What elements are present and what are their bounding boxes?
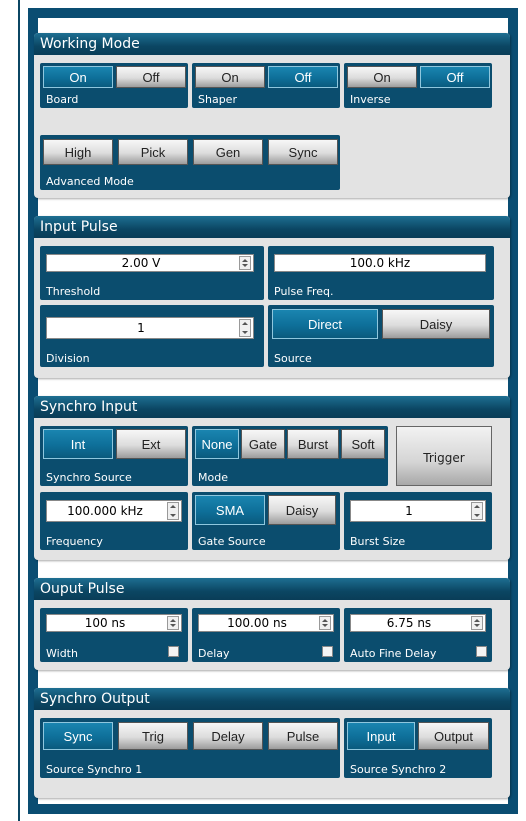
sync-button[interactable]: Sync [43,722,113,750]
group-label: Burst Size [350,535,406,548]
synchro-ext-button[interactable]: Ext [116,429,186,459]
group-label: Pulse Freq. [274,285,334,298]
group-label: Source Synchro 2 [350,763,447,776]
input-button[interactable]: Input [347,722,415,750]
group-label: Advanced Mode [46,175,134,188]
synchro-output-panel: Synchro Output Sync Trig Delay Pulse Sou… [34,688,510,798]
gate-daisy-button[interactable]: Daisy [268,495,336,525]
burst-size-group: 1 Burst Size [344,492,492,550]
shaper-off-button[interactable]: Off [268,66,338,88]
source-synchro-2-group: Input Output Source Synchro 2 [344,718,492,778]
width-checkbox[interactable] [168,646,179,657]
group-label: Width [46,647,78,660]
division-input[interactable]: 1 [46,317,254,339]
frequency-group: 100.000 kHz Frequency [40,492,188,550]
advanced-pick-button[interactable]: Pick [118,139,188,165]
inverse-off-button[interactable]: Off [420,66,490,88]
group-label: Mode [198,471,228,484]
width-input[interactable]: 100 ns [46,614,182,632]
group-label: Shaper [198,93,237,106]
pulse-freq-field: 100.0 kHz [274,254,486,272]
group-label: Inverse [350,93,391,106]
delay-button[interactable]: Delay [193,722,263,750]
output-button[interactable]: Output [418,722,489,750]
frequency-input[interactable]: 100.000 kHz [46,500,182,522]
board-group: On Off Board [40,63,188,108]
synchro-source-group: Int Ext Synchro Source [40,426,188,486]
panel-title: Working Mode [34,33,510,55]
mode-none-button[interactable]: None [195,429,239,459]
mode-group: None Gate Burst Soft Mode [192,426,388,486]
spinner-icon[interactable] [471,502,483,520]
advanced-gen-button[interactable]: Gen [193,139,263,165]
division-group: 1 Division [40,305,264,367]
trig-button[interactable]: Trig [118,722,188,750]
spinner-icon[interactable] [239,319,251,337]
panel-title: Ouput Pulse [34,578,510,600]
source-daisy-button[interactable]: Daisy [382,309,490,339]
inverse-group: On Off Inverse [344,63,492,108]
source-synchro-1-group: Sync Trig Delay Pulse Source Synchro 1 [40,718,340,778]
panel-title: Synchro Output [34,688,510,710]
synchro-int-button[interactable]: Int [43,429,113,459]
output-pulse-panel: Ouput Pulse 100 ns Width 100.00 ns Delay… [34,578,510,670]
input-pulse-panel: Input Pulse 2.00 V Threshold 100.0 kHz P… [34,216,510,378]
spinner-icon[interactable] [239,256,251,270]
width-group: 100 ns Width [40,608,188,662]
delay-group: 100.00 ns Delay [192,608,340,662]
advanced-high-button[interactable]: High [43,139,113,165]
board-on-button[interactable]: On [43,66,113,88]
auto-fine-delay-checkbox[interactable] [476,646,487,657]
group-label: Frequency [46,535,103,548]
pulse-freq-group: 100.0 kHz Pulse Freq. [268,246,494,300]
mode-burst-button[interactable]: Burst [287,429,339,459]
group-label: Auto Fine Delay [350,647,437,660]
source-direct-button[interactable]: Direct [272,309,378,339]
gate-source-group: SMA Daisy Gate Source [192,492,340,550]
spinner-icon[interactable] [167,616,179,630]
group-label: Synchro Source [46,471,132,484]
panel-title: Synchro Input [34,396,510,418]
shaper-group: On Off Shaper [192,63,340,108]
burst-size-input[interactable]: 1 [350,500,486,522]
spinner-icon[interactable] [167,502,179,520]
group-label: Board [46,93,79,106]
group-label: Division [46,352,90,365]
advanced-sync-button[interactable]: Sync [268,139,338,165]
trigger-button[interactable]: Trigger [396,426,492,486]
group-label: Gate Source [198,535,266,548]
threshold-group: 2.00 V Threshold [40,246,264,300]
working-mode-panel: Working Mode On Off Board On Off Shaper … [34,33,510,198]
delay-input[interactable]: 100.00 ns [198,614,334,632]
gate-sma-button[interactable]: SMA [195,495,265,525]
delay-checkbox[interactable] [322,646,333,657]
board-off-button[interactable]: Off [116,66,186,88]
trigger-label: Trigger [423,451,465,465]
panel-title: Input Pulse [34,216,510,238]
pulse-button[interactable]: Pulse [268,722,338,750]
spinner-icon[interactable] [471,616,483,630]
mode-gate-button[interactable]: Gate [241,429,285,459]
advanced-mode-group: High Pick Gen Sync Advanced Mode [40,135,340,190]
group-label: Source Synchro 1 [46,763,143,776]
auto-fine-delay-input[interactable]: 6.75 ns [350,614,486,632]
threshold-input[interactable]: 2.00 V [46,254,254,272]
source-group: Direct Daisy Source [268,305,494,367]
group-label: Source [274,352,312,365]
synchro-input-panel: Synchro Input Int Ext Synchro Source Non… [34,396,510,560]
shaper-on-button[interactable]: On [195,66,265,88]
inverse-on-button[interactable]: On [347,66,417,88]
group-label: Threshold [46,285,101,298]
spinner-icon[interactable] [319,616,331,630]
auto-fine-delay-group: 6.75 ns Auto Fine Delay [344,608,492,662]
mode-soft-button[interactable]: Soft [341,429,385,459]
group-label: Delay [198,647,230,660]
